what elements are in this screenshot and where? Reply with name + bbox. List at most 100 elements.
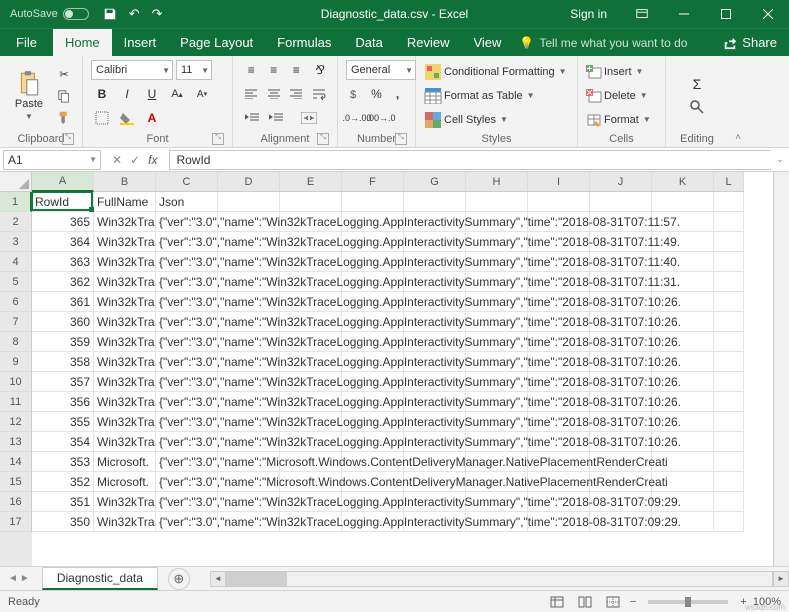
cell[interactable]: {"ver":"3.0","name":"Win32kTraceLogging.… bbox=[156, 512, 218, 532]
cell[interactable]: 353 bbox=[32, 452, 94, 472]
cell[interactable]: Json bbox=[156, 192, 218, 212]
cell[interactable] bbox=[714, 332, 744, 352]
cell[interactable] bbox=[714, 492, 744, 512]
sheet-tab-active[interactable]: Diagnostic_data bbox=[42, 567, 158, 590]
horizontal-scrollbar[interactable]: ◄ ► bbox=[210, 571, 789, 587]
cell[interactable] bbox=[218, 192, 280, 212]
toggle-off-icon[interactable] bbox=[63, 8, 89, 20]
cell[interactable] bbox=[714, 292, 744, 312]
align-left-button[interactable] bbox=[241, 84, 262, 104]
cell[interactable]: {"ver":"3.0","name":"Microsoft.Windows.C… bbox=[156, 452, 218, 472]
cell[interactable] bbox=[714, 432, 744, 452]
underline-button[interactable]: U bbox=[141, 84, 163, 104]
row-header[interactable]: 13 bbox=[0, 432, 32, 452]
vertical-scrollbar[interactable] bbox=[773, 172, 789, 566]
row-header[interactable]: 8 bbox=[0, 332, 32, 352]
cell[interactable] bbox=[404, 192, 466, 212]
tab-review[interactable]: Review bbox=[395, 29, 462, 56]
row-header[interactable]: 17 bbox=[0, 512, 32, 532]
cell[interactable] bbox=[714, 232, 744, 252]
close-button[interactable] bbox=[747, 0, 789, 28]
tab-view[interactable]: View bbox=[461, 29, 513, 56]
column-header[interactable]: L bbox=[714, 172, 744, 192]
page-break-view-button[interactable] bbox=[602, 593, 624, 611]
cell[interactable]: Win32kTra bbox=[94, 352, 156, 372]
cell[interactable]: {"ver":"3.0","name":"Win32kTraceLogging.… bbox=[156, 492, 218, 512]
scroll-left-icon[interactable]: ◄ bbox=[210, 571, 226, 587]
italic-button[interactable]: I bbox=[116, 84, 138, 104]
tell-me-input[interactable]: 💡 Tell me what you want to do bbox=[519, 29, 687, 56]
column-header[interactable]: H bbox=[466, 172, 528, 192]
bold-button[interactable]: B bbox=[91, 84, 113, 104]
decrease-indent-button[interactable] bbox=[241, 108, 263, 128]
cell-styles-button[interactable]: Cell Styles▼ bbox=[424, 109, 569, 131]
ribbon-options-button[interactable] bbox=[621, 0, 663, 28]
cell[interactable] bbox=[714, 512, 744, 532]
cell[interactable]: {"ver":"3.0","name":"Win32kTraceLogging.… bbox=[156, 252, 218, 272]
cell[interactable] bbox=[714, 372, 744, 392]
cell[interactable]: 361 bbox=[32, 292, 94, 312]
format-as-table-button[interactable]: Format as Table▼ bbox=[424, 85, 569, 107]
cell[interactable]: Win32kTra bbox=[94, 372, 156, 392]
font-name-combo[interactable]: Calibri▼ bbox=[91, 60, 173, 80]
cell[interactable]: {"ver":"3.0","name":"Win32kTraceLogging.… bbox=[156, 312, 218, 332]
cut-button[interactable]: ✂ bbox=[54, 66, 74, 84]
border-button[interactable] bbox=[91, 108, 113, 128]
cell[interactable] bbox=[714, 352, 744, 372]
cell[interactable]: 356 bbox=[32, 392, 94, 412]
cell[interactable]: Win32kTra bbox=[94, 332, 156, 352]
format-painter-button[interactable] bbox=[54, 108, 74, 126]
row-header[interactable]: 11 bbox=[0, 392, 32, 412]
dialog-launcher-icon[interactable]: ⤡ bbox=[395, 133, 407, 145]
row-header[interactable]: 7 bbox=[0, 312, 32, 332]
new-sheet-button[interactable]: ⊕ bbox=[168, 568, 190, 590]
cell[interactable]: Win32kTra bbox=[94, 252, 156, 272]
row-header[interactable]: 14 bbox=[0, 452, 32, 472]
tab-nav-buttons[interactable]: ◄► bbox=[0, 573, 38, 584]
cell[interactable]: 355 bbox=[32, 412, 94, 432]
cell[interactable]: 351 bbox=[32, 492, 94, 512]
cell[interactable]: {"ver":"3.0","name":"Win32kTraceLogging.… bbox=[156, 412, 218, 432]
cell[interactable]: FullName bbox=[94, 192, 156, 212]
row-header[interactable]: 1 bbox=[0, 192, 32, 212]
cell[interactable]: 365 bbox=[32, 212, 94, 232]
cell[interactable]: {"ver":"3.0","name":"Win32kTraceLogging.… bbox=[156, 392, 218, 412]
cell[interactable]: Microsoft. bbox=[94, 452, 156, 472]
decrease-decimal-button[interactable]: .00→.0 bbox=[370, 108, 392, 128]
select-all-corner[interactable] bbox=[0, 172, 32, 192]
column-header[interactable]: F bbox=[342, 172, 404, 192]
cell[interactable] bbox=[714, 192, 744, 212]
cell[interactable]: Win32kTra bbox=[94, 212, 156, 232]
dialog-launcher-icon[interactable]: ⤡ bbox=[62, 133, 74, 145]
tab-page-layout[interactable]: Page Layout bbox=[168, 29, 265, 56]
orientation-button[interactable]: ⅋ bbox=[309, 60, 330, 80]
percent-button[interactable]: % bbox=[367, 84, 386, 104]
cell[interactable] bbox=[528, 192, 590, 212]
scrollbar-thumb[interactable] bbox=[227, 572, 287, 586]
row-header[interactable]: 12 bbox=[0, 412, 32, 432]
row-header[interactable]: 16 bbox=[0, 492, 32, 512]
comma-button[interactable]: , bbox=[388, 84, 407, 104]
collapse-ribbon-button[interactable]: ˄ bbox=[728, 56, 748, 147]
column-header[interactable]: A bbox=[32, 172, 94, 192]
maximize-button[interactable] bbox=[705, 0, 747, 28]
cell[interactable]: Win32kTra bbox=[94, 512, 156, 532]
cell[interactable] bbox=[342, 192, 404, 212]
cell[interactable]: 363 bbox=[32, 252, 94, 272]
page-layout-view-button[interactable] bbox=[574, 593, 596, 611]
number-format-combo[interactable]: General▼ bbox=[346, 60, 416, 80]
cell[interactable]: Microsoft. bbox=[94, 472, 156, 492]
cell[interactable]: 352 bbox=[32, 472, 94, 492]
cell[interactable]: 354 bbox=[32, 432, 94, 452]
cell[interactable] bbox=[714, 312, 744, 332]
cell[interactable]: Win32kTra bbox=[94, 292, 156, 312]
cell[interactable]: Win32kTra bbox=[94, 412, 156, 432]
increase-font-button[interactable]: A▴ bbox=[166, 84, 188, 104]
column-header[interactable]: K bbox=[652, 172, 714, 192]
formula-input[interactable]: RowId bbox=[169, 150, 771, 170]
tab-formulas[interactable]: Formulas bbox=[265, 29, 343, 56]
cell[interactable]: Win32kTra bbox=[94, 232, 156, 252]
enter-formula-icon[interactable]: ✓ bbox=[130, 153, 140, 167]
dialog-launcher-icon[interactable]: ⤡ bbox=[317, 133, 329, 145]
cell[interactable]: {"ver":"3.0","name":"Win32kTraceLogging.… bbox=[156, 352, 218, 372]
